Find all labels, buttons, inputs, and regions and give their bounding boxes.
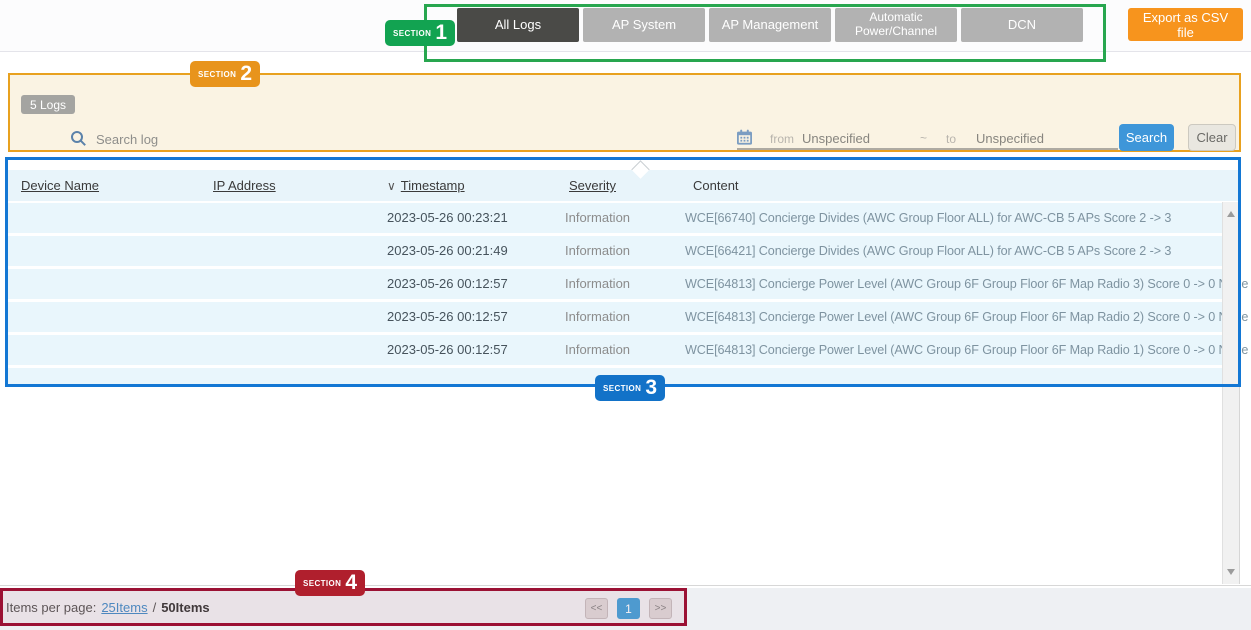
calendar-icon[interactable] xyxy=(736,129,753,146)
log-severity: Information xyxy=(565,269,630,299)
annotation-section-4-badge: SECTION4 xyxy=(295,570,365,596)
log-viewer-page: All Logs AP System AP Management Automat… xyxy=(0,0,1251,630)
pagination-bar: Items per page: 25Items / 50Items << 1 >… xyxy=(0,588,1251,630)
log-table-header: Device Name IP Address ∨Timestamp Severi… xyxy=(7,170,1239,201)
log-row: 2023-05-26 00:12:57 Information WCE[6481… xyxy=(7,335,1222,365)
log-count-badge: 5 Logs xyxy=(21,95,75,114)
top-toolbar: All Logs AP System AP Management Automat… xyxy=(0,0,1251,52)
date-to-value[interactable]: Unspecified xyxy=(976,131,1044,146)
sort-descending-icon: ∨ xyxy=(387,171,396,202)
log-timestamp: 2023-05-26 00:23:21 xyxy=(387,203,508,233)
log-content: WCE[64813] Concierge Power Level (AWC Gr… xyxy=(685,269,1248,299)
log-row: 2023-05-26 00:21:49 Information WCE[6642… xyxy=(7,236,1222,266)
export-csv-button[interactable]: Export as CSV file xyxy=(1128,8,1243,41)
date-range-separator: ~ xyxy=(920,131,927,145)
prev-page-button[interactable]: << xyxy=(585,598,608,619)
log-severity: Information xyxy=(565,236,630,266)
scroll-down-icon[interactable] xyxy=(1227,569,1235,575)
log-row: 2023-05-26 00:23:21 Information WCE[6674… xyxy=(7,203,1222,233)
log-timestamp: 2023-05-26 00:12:57 xyxy=(387,269,508,299)
pager-controls: << 1 >> xyxy=(585,598,672,619)
log-timestamp: 2023-05-26 00:12:57 xyxy=(387,302,508,332)
tab-all-logs[interactable]: All Logs xyxy=(457,8,579,42)
content-bottom-divider xyxy=(0,585,1251,586)
clear-button[interactable]: Clear xyxy=(1188,124,1236,151)
log-timestamp: 2023-05-26 00:21:49 xyxy=(387,236,508,266)
log-severity: Information xyxy=(565,203,630,233)
annotation-section-3-badge: SECTION3 xyxy=(595,375,665,401)
tab-ap-system[interactable]: AP System xyxy=(583,8,705,42)
log-row: 2023-05-26 00:12:57 Information WCE[6481… xyxy=(7,269,1222,299)
date-to-label: to xyxy=(946,132,956,146)
items-per-page-separator: / xyxy=(153,600,157,615)
table-scrollbar[interactable] xyxy=(1222,202,1240,584)
date-from-label: from xyxy=(770,132,794,146)
tab-dcn[interactable]: DCN xyxy=(961,8,1083,42)
log-severity: Information xyxy=(565,302,630,332)
log-content: WCE[66421] Concierge Divides (AWC Group … xyxy=(685,236,1171,266)
log-content: WCE[66740] Concierge Divides (AWC Group … xyxy=(685,203,1171,233)
annotation-section-2-badge: SECTION2 xyxy=(190,61,260,87)
column-header-content: Content xyxy=(693,170,739,201)
column-header-timestamp[interactable]: ∨Timestamp xyxy=(387,170,465,202)
log-content: WCE[64813] Concierge Power Level (AWC Gr… xyxy=(685,302,1248,332)
current-page-button[interactable]: 1 xyxy=(617,598,640,619)
search-button[interactable]: Search xyxy=(1119,124,1174,151)
column-header-severity[interactable]: Severity xyxy=(569,170,616,201)
next-page-button[interactable]: >> xyxy=(649,598,672,619)
column-header-device-name[interactable]: Device Name xyxy=(21,170,99,201)
log-row: 2023-05-26 00:12:57 Information WCE[6481… xyxy=(7,302,1222,332)
search-log-input[interactable] xyxy=(94,125,418,153)
tab-ap-management[interactable]: AP Management xyxy=(709,8,831,42)
severity-header-notch xyxy=(631,160,649,178)
log-severity: Information xyxy=(565,335,630,365)
column-header-ip-address[interactable]: IP Address xyxy=(213,170,276,201)
date-range-underline xyxy=(737,148,1118,150)
items-per-page-50-selected: 50Items xyxy=(161,600,209,615)
log-content: WCE[64813] Concierge Power Level (AWC Gr… xyxy=(685,335,1248,365)
tab-automatic-power-channel[interactable]: Automatic Power/Channel xyxy=(835,8,957,42)
date-from-value[interactable]: Unspecified xyxy=(802,131,870,146)
scroll-up-icon[interactable] xyxy=(1227,211,1235,217)
log-timestamp: 2023-05-26 00:12:57 xyxy=(387,335,508,365)
items-per-page-25-link[interactable]: 25Items xyxy=(101,600,147,615)
search-icon xyxy=(70,130,87,147)
items-per-page-group: Items per page: 25Items / 50Items xyxy=(6,588,210,626)
items-per-page-label: Items per page: xyxy=(6,600,96,615)
annotation-section-1-badge: SECTION1 xyxy=(385,20,455,46)
